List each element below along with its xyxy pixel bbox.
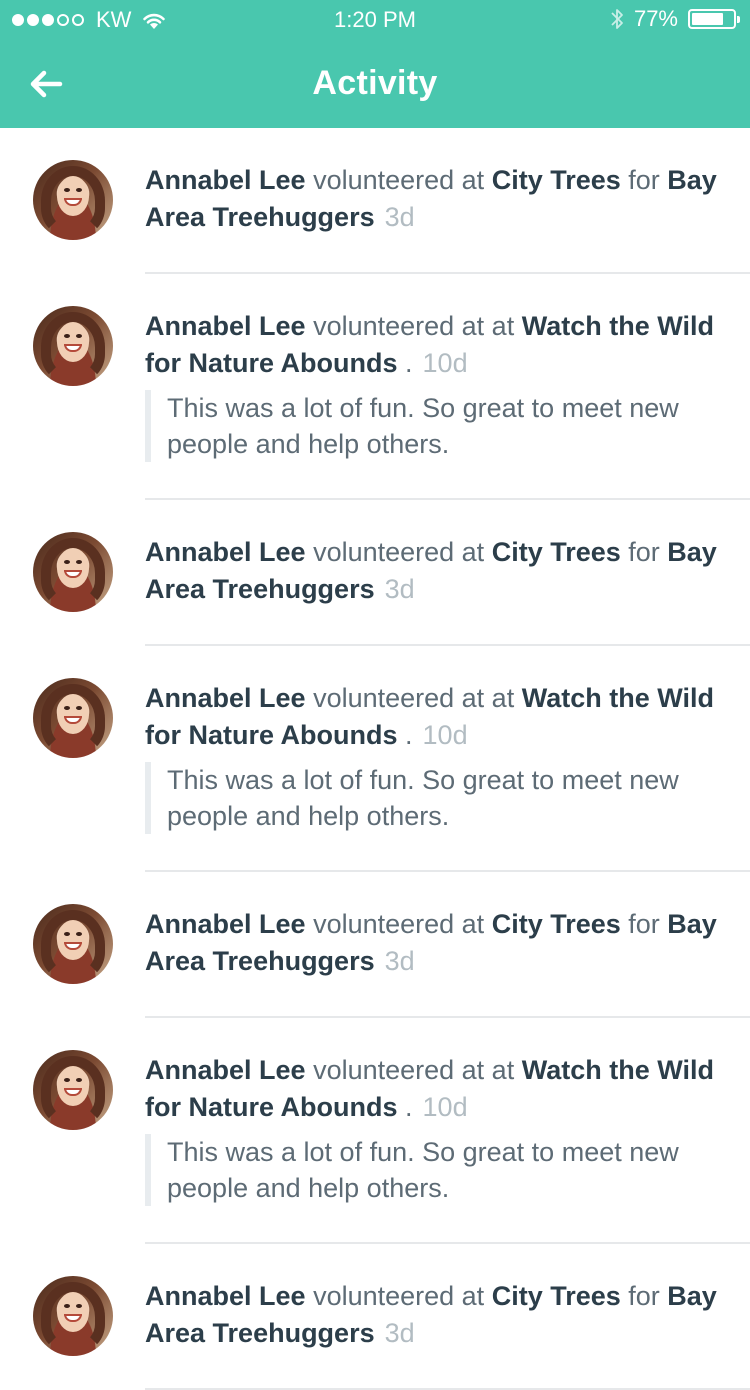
avatar-eye <box>76 334 82 338</box>
activity-verb: volunteered at <box>313 165 485 195</box>
activity-item[interactable]: Annabel Lee volunteered at City Trees fo… <box>33 1244 750 1390</box>
avatar[interactable] <box>33 904 113 984</box>
activity-connector: for <box>620 537 668 567</box>
avatar-eye <box>76 1078 82 1082</box>
avatar-face <box>57 694 89 734</box>
timestamp: 3d <box>384 574 415 604</box>
activity-verb: volunteered at at <box>313 683 515 713</box>
timestamp: 3d <box>384 946 415 976</box>
avatar-eye <box>64 188 70 192</box>
activity-text: Annabel Lee volunteered at at Watch the … <box>145 1052 720 1126</box>
avatar-eye <box>76 932 82 936</box>
avatar-face <box>57 176 89 216</box>
activity-verb: volunteered at at <box>313 1055 515 1085</box>
activity-verb: volunteered at <box>313 537 485 567</box>
avatar-face <box>57 322 89 362</box>
event-name[interactable]: City Trees <box>492 1281 621 1311</box>
activity-text: Annabel Lee volunteered at at Watch the … <box>145 680 720 754</box>
timestamp: 10d <box>422 1092 468 1122</box>
avatar[interactable] <box>33 1276 113 1356</box>
activity-verb: volunteered at at <box>313 311 515 341</box>
event-name[interactable]: City Trees <box>492 165 621 195</box>
avatar-face <box>57 1292 89 1332</box>
avatar-eye <box>76 706 82 710</box>
avatar-eye <box>76 188 82 192</box>
event-name[interactable]: City Trees <box>492 909 621 939</box>
activity-connector: for <box>620 165 668 195</box>
avatar-eye <box>64 334 70 338</box>
battery-icon <box>688 9 740 29</box>
activity-feed: Annabel Lee volunteered at City Trees fo… <box>0 128 750 1390</box>
activity-text: Annabel Lee volunteered at City Trees fo… <box>145 906 720 980</box>
user-name[interactable]: Annabel Lee <box>145 683 306 713</box>
avatar-face <box>57 548 89 588</box>
app-header: KW 1:20 PM 77% Activity <box>0 0 750 128</box>
activity-connector: for <box>620 1281 668 1311</box>
avatar-eye <box>76 1304 82 1308</box>
activity-item[interactable]: Annabel Lee volunteered at City Trees fo… <box>33 128 750 274</box>
battery-level <box>692 13 723 25</box>
timestamp: 3d <box>384 1318 415 1348</box>
activity-connector: for <box>620 909 668 939</box>
avatar-eye <box>76 560 82 564</box>
user-name[interactable]: Annabel Lee <box>145 1055 306 1085</box>
status-bar: KW 1:20 PM 77% <box>0 0 750 40</box>
avatar-face <box>57 1066 89 1106</box>
activity-verb: volunteered at <box>313 1281 485 1311</box>
activity-item[interactable]: Annabel Lee volunteered at City Trees fo… <box>33 872 750 1018</box>
avatar-eye <box>64 1304 70 1308</box>
activity-text: Annabel Lee volunteered at City Trees fo… <box>145 162 720 236</box>
user-name[interactable]: Annabel Lee <box>145 311 306 341</box>
user-name[interactable]: Annabel Lee <box>145 165 306 195</box>
activity-period: . <box>405 1092 413 1122</box>
activity-item[interactable]: Annabel Lee volunteered at at Watch the … <box>33 1018 750 1244</box>
activity-item[interactable]: Annabel Lee volunteered at at Watch the … <box>33 274 750 500</box>
avatar-eye <box>64 1078 70 1082</box>
avatar[interactable] <box>33 678 113 758</box>
user-name[interactable]: Annabel Lee <box>145 1281 306 1311</box>
avatar[interactable] <box>33 306 113 386</box>
activity-text: Annabel Lee volunteered at at Watch the … <box>145 308 720 382</box>
avatar[interactable] <box>33 160 113 240</box>
timestamp: 10d <box>422 720 468 750</box>
user-name[interactable]: Annabel Lee <box>145 909 306 939</box>
avatar-eye <box>64 706 70 710</box>
activity-comment: This was a lot of fun. So great to meet … <box>145 1134 720 1206</box>
battery-percentage: 77% <box>633 6 678 31</box>
activity-text: Annabel Lee volunteered at City Trees fo… <box>145 1278 720 1352</box>
avatar[interactable] <box>33 1050 113 1130</box>
navigation-bar: Activity <box>0 40 750 128</box>
activity-comment: This was a lot of fun. So great to meet … <box>145 762 720 834</box>
avatar-eye <box>64 932 70 936</box>
user-name[interactable]: Annabel Lee <box>145 537 306 567</box>
activity-item[interactable]: Annabel Lee volunteered at City Trees fo… <box>33 500 750 646</box>
activity-period: . <box>405 720 413 750</box>
page-title: Activity <box>312 64 438 102</box>
timestamp: 10d <box>422 348 468 378</box>
activity-period: . <box>405 348 413 378</box>
timestamp: 3d <box>384 202 415 232</box>
activity-item[interactable]: Annabel Lee volunteered at at Watch the … <box>33 646 750 872</box>
activity-text: Annabel Lee volunteered at City Trees fo… <box>145 534 720 608</box>
avatar[interactable] <box>33 532 113 612</box>
avatar-face <box>57 920 89 960</box>
event-name[interactable]: City Trees <box>492 537 621 567</box>
status-right: 77% <box>610 6 740 32</box>
activity-comment: This was a lot of fun. So great to meet … <box>145 390 720 462</box>
activity-verb: volunteered at <box>313 909 485 939</box>
avatar-eye <box>64 560 70 564</box>
bluetooth-icon <box>611 9 623 29</box>
